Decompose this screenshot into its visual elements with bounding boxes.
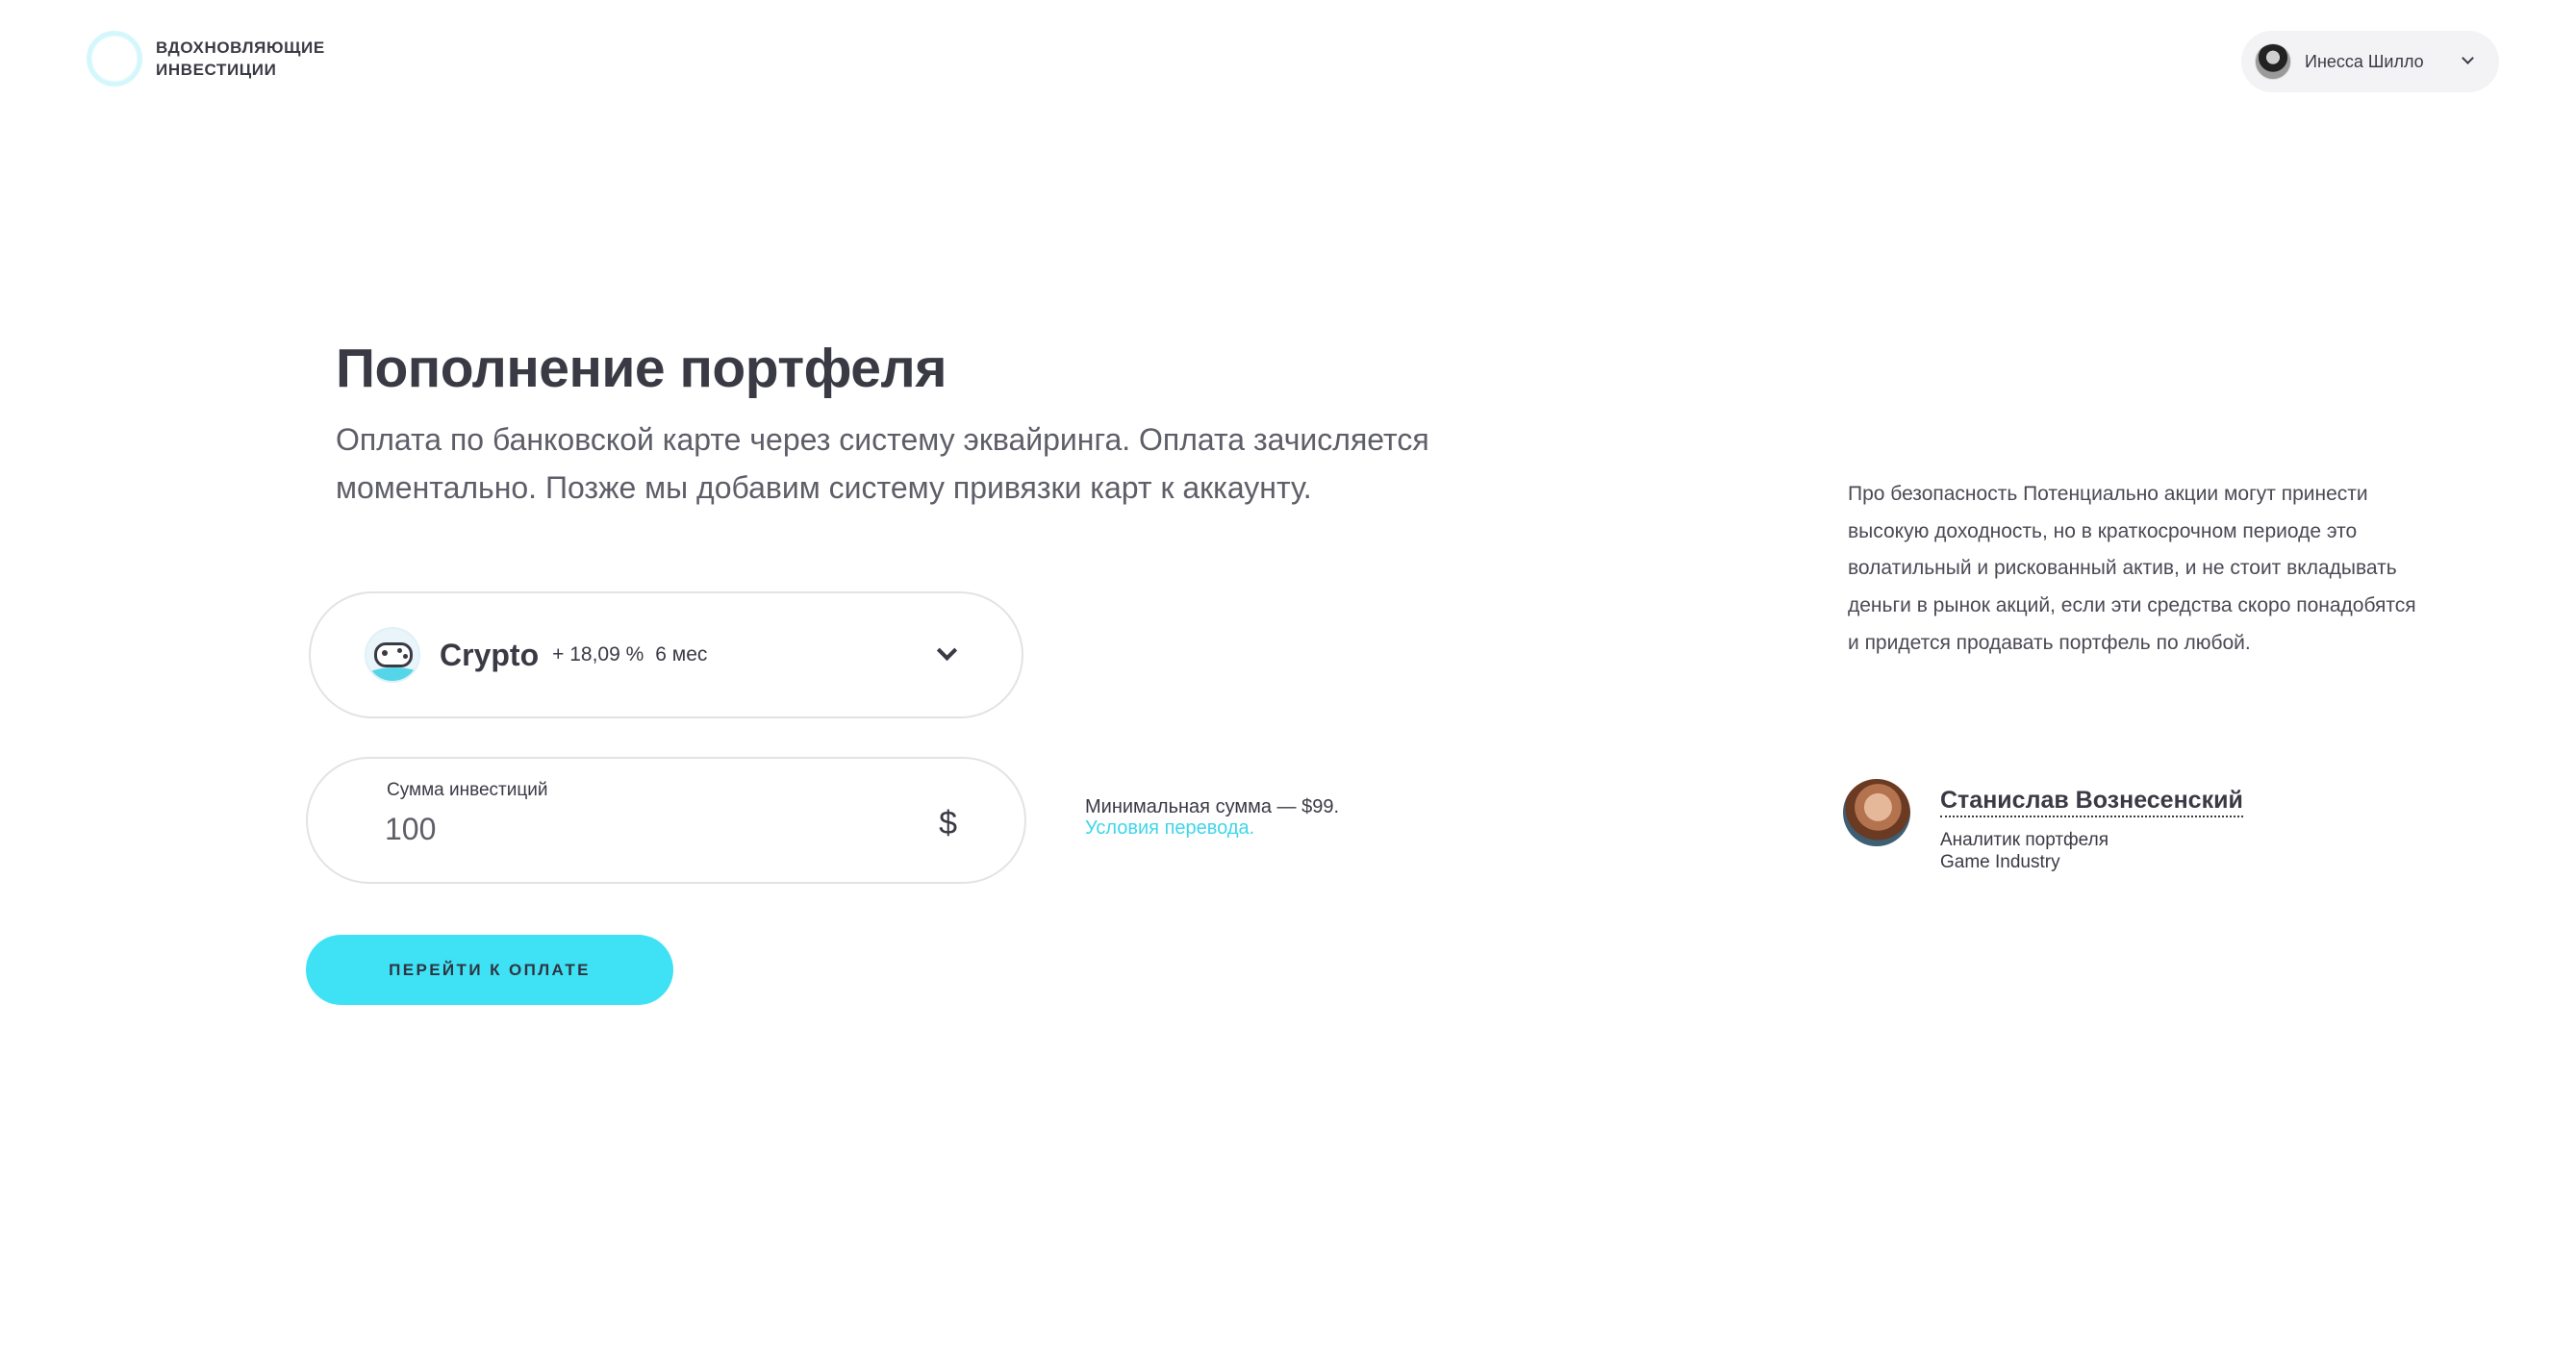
logo-line-2: ИНВЕСТИЦИИ	[156, 61, 277, 79]
analyst-name-link[interactable]: Станислав Вознесенский	[1940, 787, 2243, 817]
chevron-down-icon[interactable]	[936, 640, 958, 662]
logo-line-1: ВДОХНОВЛЯЮЩИЕ	[156, 38, 325, 57]
chevron-down-icon	[2462, 52, 2474, 64]
gamepad-icon	[365, 627, 420, 683]
analyst-avatar	[1843, 779, 1910, 846]
portfolio-select[interactable]: Crypto + 18,09 % 6 мес	[309, 591, 1023, 718]
user-avatar	[2255, 43, 2291, 80]
transfer-terms-link[interactable]: Условия перевода.	[1085, 817, 1339, 839]
user-menu-button[interactable]: Инесса Шилло	[2241, 31, 2499, 92]
portfolio-rate: + 18,09 %	[552, 643, 644, 665]
analyst-industry: Game Industry	[1940, 852, 2060, 872]
amount-field[interactable]: Сумма инвестиций $	[306, 757, 1026, 884]
logo-ring-icon	[87, 31, 142, 87]
amount-label: Сумма инвестиций	[387, 780, 548, 800]
logo-text: ВДОХНОВЛЯЮЩИЕ ИНВЕСТИЦИИ	[156, 37, 325, 81]
page-subtitle: Оплата по банковской карте через систему…	[336, 422, 1429, 505]
currency-symbol: $	[939, 805, 957, 841]
min-amount-note: Минимальная сумма — $99. Условия перевод…	[1085, 796, 1339, 839]
user-name: Инесса Шилло	[2305, 51, 2424, 71]
analyst-role: Аналитик портфеля Game Industry	[1940, 829, 2109, 873]
page: ВДОХНОВЛЯЮЩИЕ ИНВЕСТИЦИИ Инесса Шилло По…	[0, 0, 2576, 1356]
proceed-to-payment-button[interactable]: ПЕРЕЙТИ К ОПЛАТЕ	[306, 935, 673, 1005]
safety-advice-text: Про безопасность Потенциально акции могу…	[1848, 483, 2416, 654]
amount-input[interactable]	[385, 807, 866, 851]
min-amount-text: Минимальная сумма — $99.	[1085, 796, 1340, 817]
logo[interactable]: ВДОХНОВЛЯЮЩИЕ ИНВЕСТИЦИИ	[87, 31, 325, 87]
portfolio-period: 6 мес	[655, 643, 708, 665]
portfolio-name: Crypto	[440, 637, 540, 672]
analyst-title: Аналитик портфеля	[1940, 830, 2109, 850]
page-title: Пополнение портфеля	[336, 338, 947, 399]
